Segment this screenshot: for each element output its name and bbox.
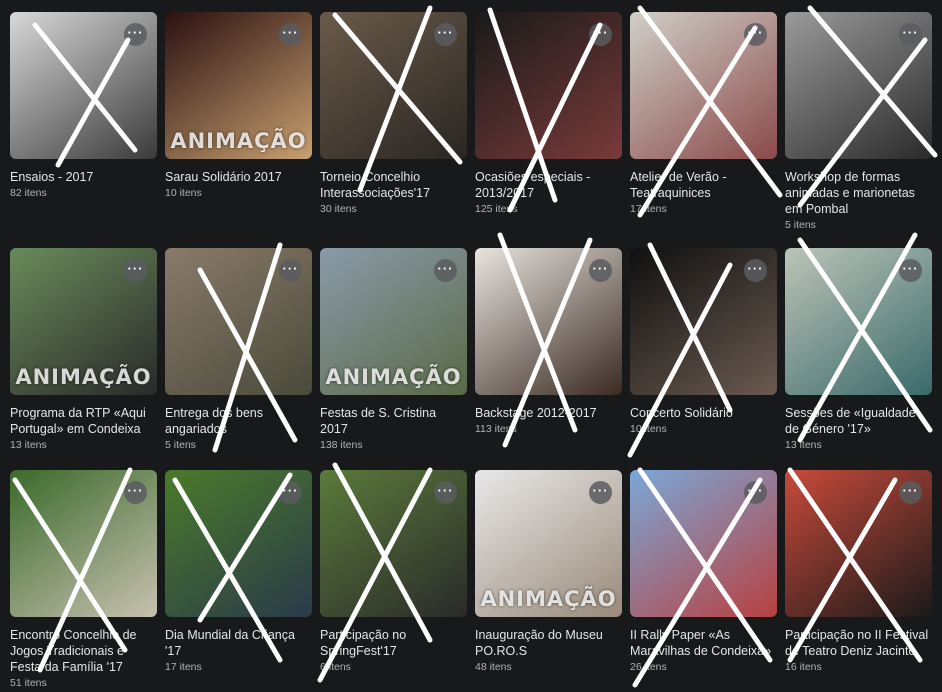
more-options-icon[interactable]: ··· — [434, 481, 457, 504]
animation-badge: ANIMAÇÃO — [325, 365, 462, 389]
album-card[interactable]: ··· Sessões de «Igualdade de Género '17» 1… — [785, 248, 932, 453]
album-cover[interactable]: ··· — [630, 12, 777, 159]
album-item-count: 48 itens — [475, 661, 512, 673]
album-card[interactable]: ANIMAÇÃO ··· Festas de S. Cristina 2017 138… — [320, 248, 467, 453]
album-title[interactable]: Concerto Solidário — [630, 405, 777, 421]
album-item-count: 113 itens — [475, 423, 517, 435]
album-item-count: 13 itens — [785, 439, 822, 451]
album-card[interactable]: ··· Backstage 2012-2017 113 itens — [475, 248, 622, 437]
album-title[interactable]: Participação no SpringFest'17 — [320, 627, 467, 659]
album-item-count: 30 itens — [320, 203, 357, 215]
album-item-count: 10 itens — [165, 187, 202, 199]
album-item-count: 17 itens — [630, 203, 667, 215]
album-item-count: 51 itens — [10, 677, 47, 689]
album-card[interactable]: ··· Dia Mundial da Criança '17 17 itens — [165, 470, 312, 675]
album-title[interactable]: Inauguração do Museu PO.RO.S — [475, 627, 622, 659]
album-title[interactable]: Workshop de formas animadas e marionetas… — [785, 169, 932, 217]
album-cover[interactable]: ··· — [475, 12, 622, 159]
album-item-count: 10 itens — [630, 423, 667, 435]
album-title[interactable]: Encontro Concelhio de Jogos Tradicionais… — [10, 627, 157, 675]
more-options-icon[interactable]: ··· — [589, 481, 612, 504]
album-item-count: 17 itens — [165, 661, 202, 673]
album-title[interactable]: Sarau Solidário 2017 — [165, 169, 312, 185]
animation-badge: ANIMAÇÃO — [480, 587, 617, 611]
album-cover[interactable]: ··· — [475, 248, 622, 395]
album-cover[interactable]: ··· — [10, 470, 157, 617]
album-title[interactable]: Backstage 2012-2017 — [475, 405, 622, 421]
more-options-icon[interactable]: ··· — [279, 259, 302, 282]
album-title[interactable]: II Rally Paper «As Maravilhas de Condeix… — [630, 627, 777, 659]
more-options-icon[interactable]: ··· — [279, 481, 302, 504]
more-options-icon[interactable]: ··· — [744, 481, 767, 504]
animation-badge: ANIMAÇÃO — [15, 365, 152, 389]
album-title[interactable]: Programa da RTP «Aqui Portugal» em Conde… — [10, 405, 157, 437]
album-item-count: 125 itens — [475, 203, 518, 215]
animation-badge: ANIMAÇÃO — [170, 129, 307, 153]
album-card[interactable]: ··· Torneio Concelhio Interassociações'17… — [320, 12, 467, 217]
album-title[interactable]: Ocasiões especiais - 2013/2017 — [475, 169, 622, 201]
more-options-icon[interactable]: ··· — [744, 23, 767, 46]
album-card[interactable]: ··· Encontro Concelhio de Jogos Tradicion… — [10, 470, 157, 691]
album-title[interactable]: Atelier de Verão - Teatraquinices — [630, 169, 777, 201]
more-options-icon[interactable]: ··· — [589, 259, 612, 282]
album-card[interactable]: ··· Atelier de Verão - Teatraquinices 17 i… — [630, 12, 777, 217]
more-options-icon[interactable]: ··· — [434, 259, 457, 282]
more-options-icon[interactable]: ··· — [279, 23, 302, 46]
more-options-icon[interactable]: ··· — [124, 481, 147, 504]
album-card[interactable]: ANIMAÇÃO ··· Programa da RTP «Aqui Portuga… — [10, 248, 157, 453]
album-card[interactable]: ··· Concerto Solidário 10 itens — [630, 248, 777, 437]
album-title[interactable]: Torneio Concelhio Interassociações'17 — [320, 169, 467, 201]
album-title[interactable]: Ensaios - 2017 — [10, 169, 157, 185]
album-title[interactable]: Dia Mundial da Criança '17 — [165, 627, 312, 659]
more-options-icon[interactable]: ··· — [124, 259, 147, 282]
more-options-icon[interactable]: ··· — [899, 481, 922, 504]
album-cover[interactable]: ANIMAÇÃO ··· — [475, 470, 622, 617]
album-card[interactable]: ··· Workshop de formas animadas e marione… — [785, 12, 932, 233]
album-item-count: 82 itens — [10, 187, 47, 199]
album-title[interactable]: Sessões de «Igualdade de Género '17» — [785, 405, 932, 437]
album-card[interactable]: ··· Ocasiões especiais - 2013/2017 125 ite… — [475, 12, 622, 217]
album-cover[interactable]: ··· — [165, 248, 312, 395]
more-options-icon[interactable]: ··· — [899, 23, 922, 46]
album-item-count: 6 itens — [320, 661, 351, 673]
more-options-icon[interactable]: ··· — [899, 259, 922, 282]
album-grid: ··· Ensaios - 2017 82 itens ANIMAÇÃO ··· Sara… — [0, 0, 942, 692]
album-title[interactable]: Participação no II Festival de Teatro De… — [785, 627, 932, 659]
album-item-count: 5 itens — [165, 439, 196, 451]
album-card[interactable]: ··· Participação no II Festival de Teatro… — [785, 470, 932, 675]
album-cover[interactable]: ··· — [10, 12, 157, 159]
album-cover[interactable]: ··· — [785, 12, 932, 159]
album-item-count: 13 itens — [10, 439, 47, 451]
more-options-icon[interactable]: ··· — [744, 259, 767, 282]
more-options-icon[interactable]: ··· — [434, 23, 457, 46]
album-card[interactable]: ··· Entrega dos bens angariados 5 itens — [165, 248, 312, 453]
album-item-count: 5 itens — [785, 219, 816, 231]
album-title[interactable]: Festas de S. Cristina 2017 — [320, 405, 467, 437]
album-card[interactable]: ANIMAÇÃO ··· Inauguração do Museu PO.RO.S 4… — [475, 470, 622, 675]
album-cover[interactable]: ANIMAÇÃO ··· — [165, 12, 312, 159]
album-cover[interactable]: ··· — [630, 248, 777, 395]
album-cover[interactable]: ··· — [785, 248, 932, 395]
album-cover[interactable]: ··· — [630, 470, 777, 617]
more-options-icon[interactable]: ··· — [124, 23, 147, 46]
album-cover[interactable]: ANIMAÇÃO ··· — [320, 248, 467, 395]
album-cover[interactable]: ANIMAÇÃO ··· — [10, 248, 157, 395]
more-options-icon[interactable]: ··· — [589, 23, 612, 46]
album-cover[interactable]: ··· — [165, 470, 312, 617]
album-cover[interactable]: ··· — [320, 470, 467, 617]
album-cover[interactable]: ··· — [785, 470, 932, 617]
album-item-count: 16 itens — [785, 661, 822, 673]
album-card[interactable]: ANIMAÇÃO ··· Sarau Solidário 2017 10 itens — [165, 12, 312, 201]
album-card[interactable]: ··· II Rally Paper «As Maravilhas de Cond… — [630, 470, 777, 675]
album-card[interactable]: ··· Participação no SpringFest'17 6 itens — [320, 470, 467, 675]
album-title[interactable]: Entrega dos bens angariados — [165, 405, 312, 437]
album-cover[interactable]: ··· — [320, 12, 467, 159]
album-item-count: 138 itens — [320, 439, 363, 451]
album-item-count: 26 itens — [630, 661, 667, 673]
album-card[interactable]: ··· Ensaios - 2017 82 itens — [10, 12, 157, 201]
